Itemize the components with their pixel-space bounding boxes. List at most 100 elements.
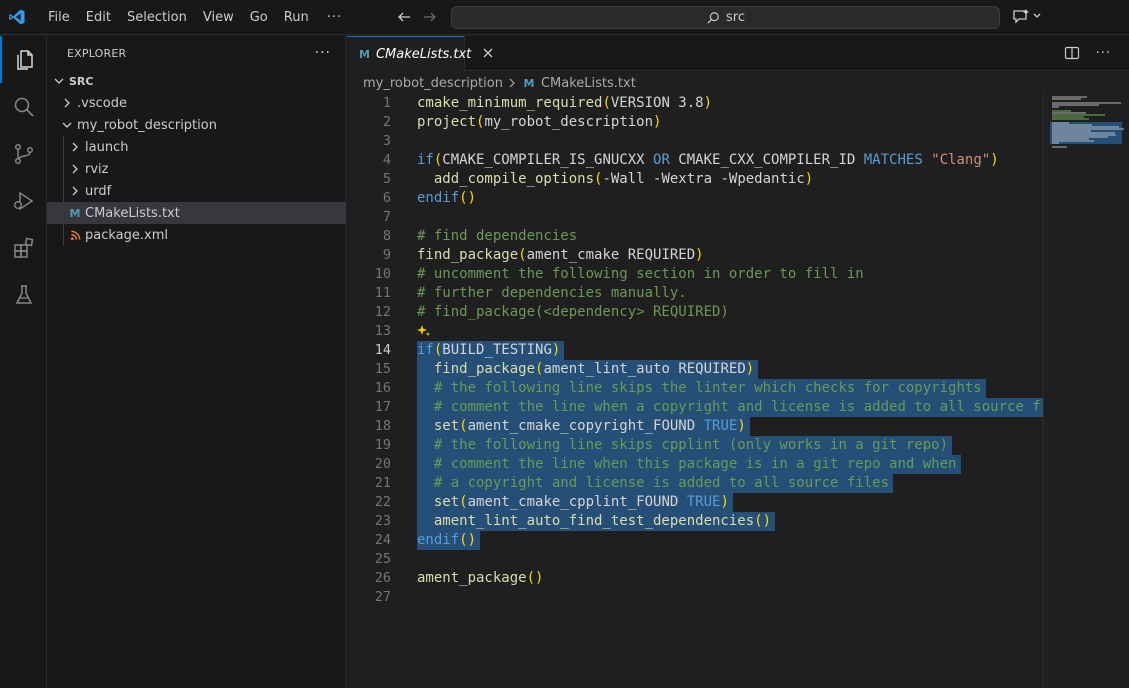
menu-go[interactable]: Go [242, 0, 276, 35]
tree-item-label: CMakeLists.txt [85, 205, 180, 221]
breadcrumb-file[interactable]: CMakeLists.txt [541, 76, 636, 91]
tree-item-cmakelists[interactable]: M CMakeLists.txt [47, 202, 346, 224]
line-text: if(CMAKE_COMPILER_IS_GNUCXX OR CMAKE_CXX… [417, 152, 999, 168]
menu-run[interactable]: Run [276, 0, 317, 35]
tree-item-label: my_robot_description [77, 117, 217, 133]
line-text: # uncomment the following section in ord… [417, 266, 864, 282]
line-number: 10 [374, 266, 391, 282]
menu-more[interactable]: ··· [317, 0, 352, 35]
line-text: ament_package() [417, 570, 544, 586]
line-number: 8 [382, 228, 391, 244]
menu-file[interactable]: File [40, 0, 78, 35]
minimap[interactable] [1043, 92, 1129, 688]
back-arrow-icon[interactable] [395, 8, 413, 26]
line-text: if(BUILD_TESTING) [417, 342, 561, 358]
breadcrumb: my_robot_description M CMakeLists.txt [363, 72, 636, 94]
cmake-file-icon: M [359, 47, 370, 61]
root-folder-label: SRC [69, 74, 94, 88]
line-text: endif() [417, 190, 477, 206]
line-number: 22 [374, 494, 391, 510]
chevron-right-icon [59, 95, 75, 111]
code-line: 8 # find dependencies [347, 227, 1043, 246]
minimap-line [1052, 98, 1081, 100]
code-line: 16 # the following line skips the linter… [347, 379, 1043, 398]
search-text: src [726, 10, 745, 25]
line-number: 25 [374, 551, 391, 567]
tree-item-launch[interactable]: launch [47, 136, 346, 158]
line-text: # a copyright and license is added to al… [433, 475, 890, 491]
explorer-activity[interactable] [0, 36, 47, 83]
run-debug-activity[interactable] [0, 177, 47, 224]
menu-selection[interactable]: Selection [119, 0, 195, 35]
menu-edit[interactable]: Edit [78, 0, 119, 35]
chevron-down-icon [59, 117, 75, 133]
close-icon[interactable] [483, 46, 493, 62]
source-control-activity[interactable] [0, 130, 47, 177]
copilot-menu[interactable] [1012, 8, 1042, 24]
chevron-down-icon [51, 73, 67, 89]
line-text: project(my_robot_description) [417, 114, 662, 130]
tree-item-label: package.xml [85, 227, 168, 243]
breadcrumb-folder[interactable]: my_robot_description [363, 76, 503, 91]
code-line: 11 # further dependencies manually. [347, 284, 1043, 303]
tree-item-rviz[interactable]: rviz [47, 158, 346, 180]
line-text: # the following line skips the linter wh… [433, 380, 982, 396]
code-line: 17 # comment the line when a copyright a… [347, 398, 1043, 417]
line-text: set(ament_cmake_cpplint_FOUND TRUE) [433, 494, 729, 510]
code-line: 10 # uncomment the following section in o… [347, 265, 1043, 284]
chevron-right-icon [67, 161, 83, 177]
code-line: 3 [347, 132, 1043, 151]
testing-activity[interactable] [0, 271, 47, 318]
navigation-arrows [395, 8, 439, 26]
chevron-right-icon [67, 183, 83, 199]
editor-area: M CMakeLists.txt ··· my_robot_descriptio… [347, 36, 1129, 688]
line-number: 11 [374, 285, 391, 301]
command-center-search[interactable]: src [451, 6, 1000, 29]
tree-item-package-xml[interactable]: package.xml [47, 224, 346, 246]
vscode-logo-icon[interactable] [8, 8, 26, 26]
line-number: 4 [382, 152, 391, 168]
line-text: cmake_minimum_required(VERSION 3.8) [417, 95, 713, 111]
code-line: 19 # the following line skips cpplint (o… [347, 436, 1043, 455]
minimap-line [1052, 146, 1067, 148]
source-control-icon [14, 143, 33, 164]
rss-xml-icon [67, 227, 83, 243]
tree-item-my-robot-description[interactable]: my_robot_description [47, 114, 346, 136]
menu-view[interactable]: View [195, 0, 242, 35]
activity-bar [0, 36, 47, 688]
code-editor[interactable]: 1 cmake_minimum_required(VERSION 3.8) 2 pro… [347, 92, 1047, 688]
tree-item-label: urdf [85, 183, 112, 199]
line-number: 7 [382, 209, 391, 225]
code-line: 9 find_package(ament_cmake REQUIRED) [347, 246, 1043, 265]
explorer-more-actions-icon[interactable]: ··· [315, 45, 331, 61]
copilot-chat-icon[interactable] [1012, 8, 1030, 24]
line-number: 3 [382, 133, 391, 149]
line-text: # further dependencies manually. [417, 285, 687, 301]
code-line: 23 ament_lint_auto_find_test_dependencie… [347, 512, 1043, 531]
code-line: 13 [347, 322, 1043, 341]
split-editor-icon[interactable] [1064, 45, 1080, 61]
line-number: 14 [374, 342, 391, 358]
code-line: 21 # a copyright and license is added to… [347, 474, 1043, 493]
forward-arrow-icon[interactable] [421, 8, 439, 26]
tree-item-urdf[interactable]: urdf [47, 180, 346, 202]
more-actions-icon[interactable]: ··· [1096, 46, 1111, 61]
minimap-line [1052, 142, 1059, 144]
cmake-file-icon: M [523, 76, 535, 90]
chevron-down-icon[interactable] [1032, 11, 1042, 21]
tab-cmakelists[interactable]: M CMakeLists.txt [347, 36, 493, 71]
line-number: 9 [382, 247, 391, 263]
tree-item-vscode[interactable]: .vscode [47, 92, 346, 114]
flask-icon [15, 284, 32, 304]
line-text: find_package(ament_cmake REQUIRED) [417, 247, 704, 263]
search-activity[interactable] [0, 83, 47, 130]
run-debug-icon [13, 191, 33, 210]
code-line: 4 if(CMAKE_COMPILER_IS_GNUCXX OR CMAKE_CX… [347, 151, 1043, 170]
extensions-activity[interactable] [0, 224, 47, 271]
minimap-selection [1050, 142, 1122, 144]
line-number: 2 [382, 114, 391, 130]
line-text: # the following line skips cpplint (only… [433, 437, 949, 453]
folder-root-src[interactable]: SRC [47, 70, 346, 92]
code-line: 27 [347, 588, 1043, 607]
chevron-right-icon [67, 139, 83, 155]
